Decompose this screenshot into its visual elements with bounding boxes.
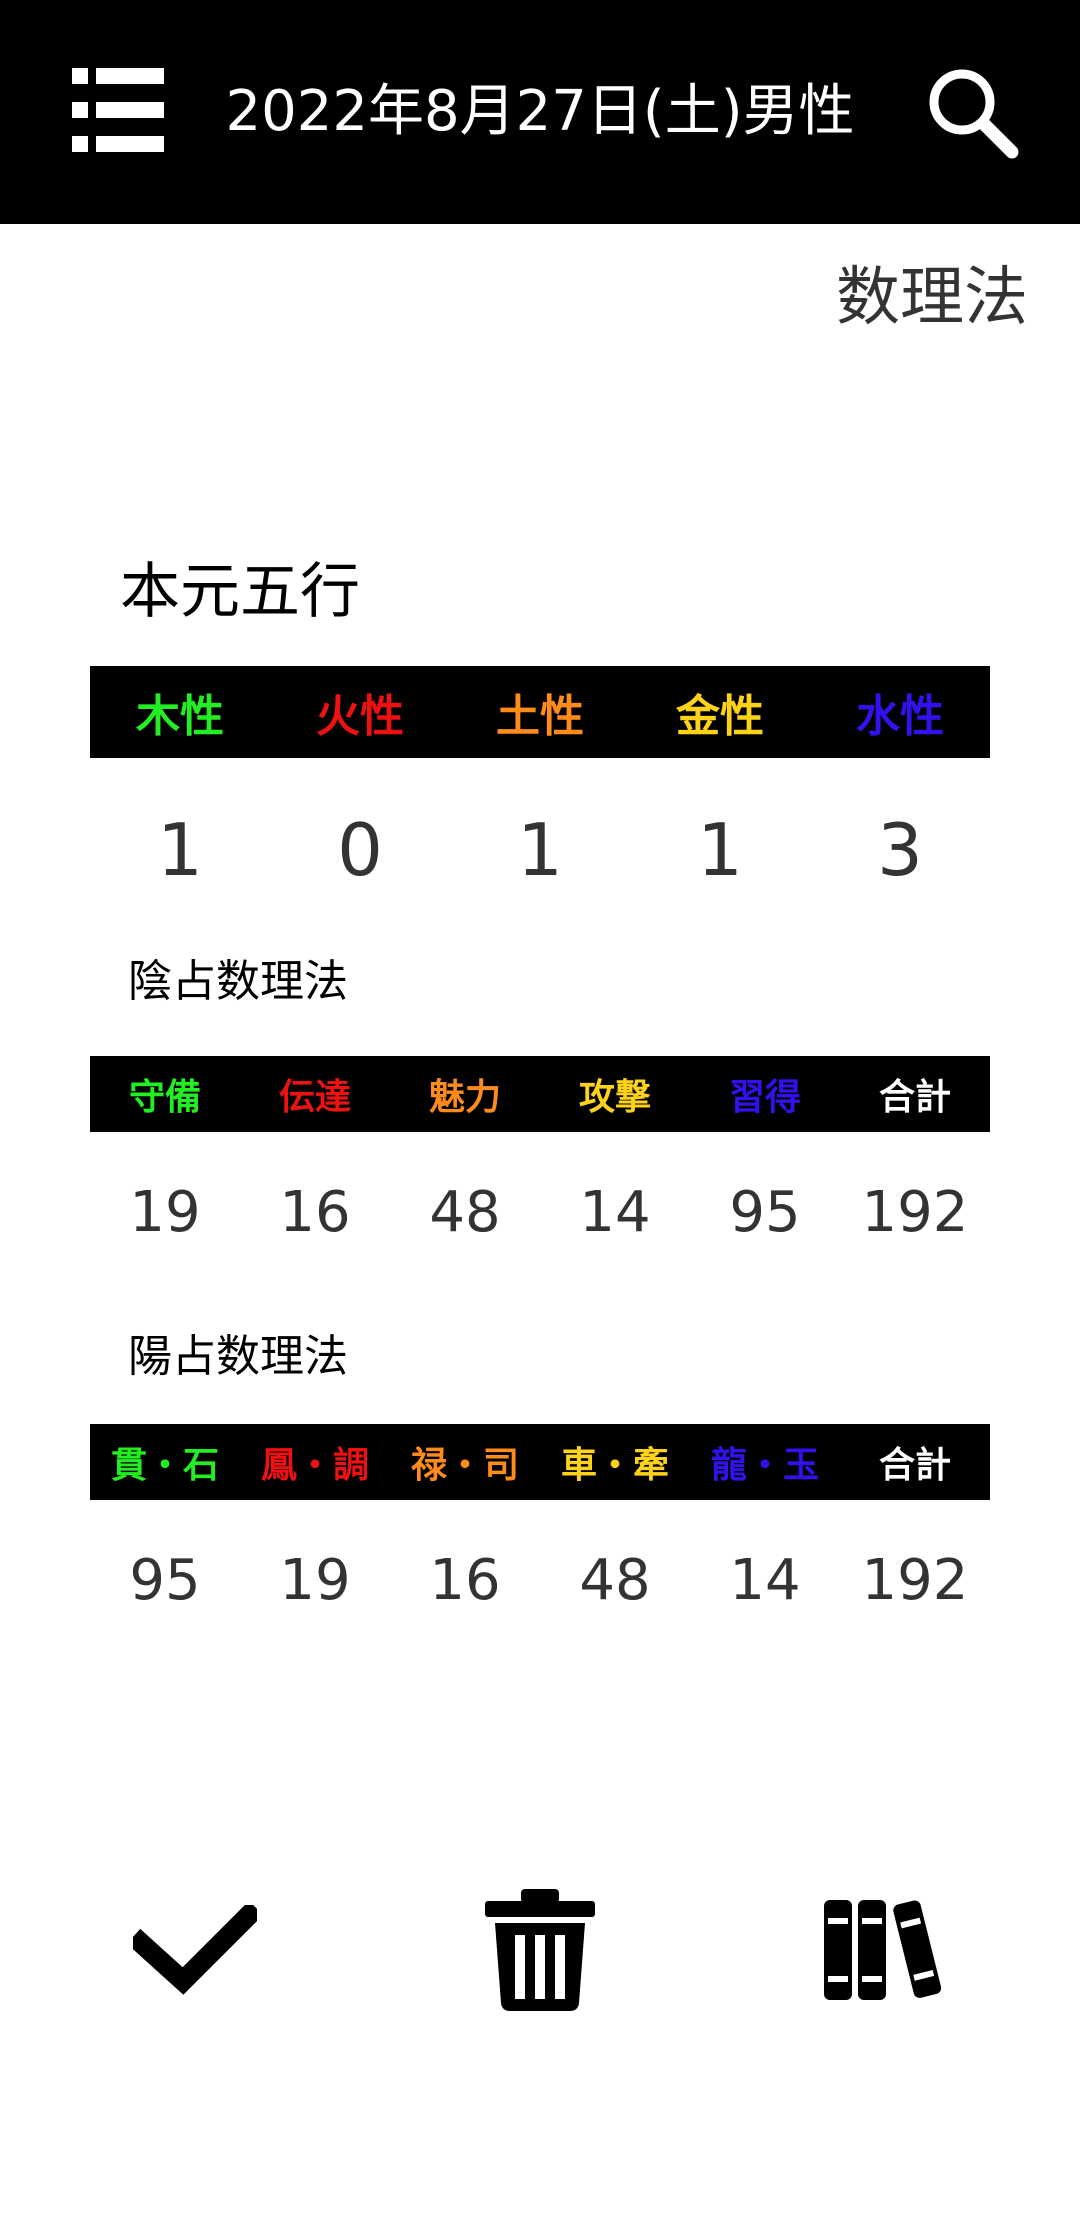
search-button[interactable] [920, 60, 1024, 164]
honmoto-value: 1 [517, 808, 563, 892]
in-suri-title: 陰占数理法 [128, 956, 348, 1007]
screen: 2022年8月27日(土)男性 数理法 本元五行 木性 火性 土性 金性 水性 … [0, 0, 1080, 2220]
app-bar: 2022年8月27日(土)男性 [0, 0, 1080, 224]
yo-suri-value-row: 95 19 16 48 14 192 [90, 1540, 990, 1620]
yo-suri-header-row: 貫・石 鳳・調 禄・司 車・牽 龍・玉 合計 [90, 1424, 990, 1500]
in-suri-value: 95 [729, 1179, 801, 1245]
check-button[interactable] [125, 1880, 265, 2020]
in-suri-header-cell: 伝達 [278, 1077, 351, 1118]
honmoto-title: 本元五行 [120, 557, 360, 627]
honmoto-value: 1 [157, 808, 203, 892]
yo-suri-value: 192 [861, 1547, 969, 1613]
honmoto-header-cell: 水性 [856, 691, 944, 742]
search-icon [929, 69, 1019, 159]
yo-suri-header-cell: 禄・司 [410, 1445, 519, 1486]
honmoto-header-row: 木性 火性 土性 金性 水性 [90, 666, 990, 758]
yo-suri-header-cell: 車・牽 [560, 1445, 669, 1486]
yo-suri-header-cell: 鳳・調 [260, 1445, 369, 1486]
app-bar-title: 2022年8月27日(土)男性 [225, 79, 855, 144]
in-suri-header-cell: 魅力 [428, 1077, 501, 1118]
yo-suri-header-cell: 龍・玉 [710, 1445, 819, 1486]
yo-suri-value: 95 [129, 1547, 201, 1613]
yo-suri-header-cell: 貫・石 [110, 1445, 219, 1486]
list-menu-icon [72, 68, 164, 152]
honmoto-header-cell: 火性 [316, 691, 404, 742]
in-suri-value-row: 19 16 48 14 95 192 [90, 1172, 990, 1252]
check-icon [133, 1905, 257, 1995]
in-suri-value: 19 [129, 1179, 201, 1245]
yo-suri-value: 16 [429, 1547, 501, 1613]
menu-button[interactable] [70, 64, 166, 160]
honmoto-value: 1 [697, 808, 743, 892]
library-button[interactable] [815, 1880, 955, 2020]
honmoto-value: 0 [337, 808, 383, 892]
honmoto-value: 3 [877, 808, 923, 892]
in-suri-header-row: 守備 伝達 魅力 攻撃 習得 合計 [90, 1056, 990, 1132]
in-suri-header-cell: 合計 [878, 1077, 951, 1118]
yo-suri-value: 19 [279, 1547, 351, 1613]
honmoto-value-row: 1 0 1 1 3 [90, 800, 990, 900]
yo-suri-value: 14 [729, 1547, 801, 1613]
yo-suri-header-cell: 合計 [878, 1445, 951, 1486]
yo-suri-title: 陽占数理法 [128, 1331, 348, 1382]
yo-suri-value: 48 [579, 1547, 651, 1613]
in-suri-header-cell: 守備 [128, 1077, 201, 1118]
honmoto-header-cell: 木性 [136, 691, 224, 742]
delete-button[interactable] [470, 1880, 610, 2020]
in-suri-value: 14 [579, 1179, 651, 1245]
trash-icon [485, 1889, 595, 2011]
honmoto-header-cell: 土性 [496, 691, 584, 742]
in-suri-value: 48 [429, 1179, 501, 1245]
honmoto-header-cell: 金性 [676, 691, 764, 742]
in-suri-value: 16 [279, 1179, 351, 1245]
page-subtitle: 数理法 [836, 261, 1028, 335]
in-suri-value: 192 [861, 1179, 969, 1245]
in-suri-header-cell: 習得 [728, 1077, 801, 1118]
in-suri-header-cell: 攻撃 [578, 1077, 651, 1118]
books-icon [824, 1900, 942, 2000]
